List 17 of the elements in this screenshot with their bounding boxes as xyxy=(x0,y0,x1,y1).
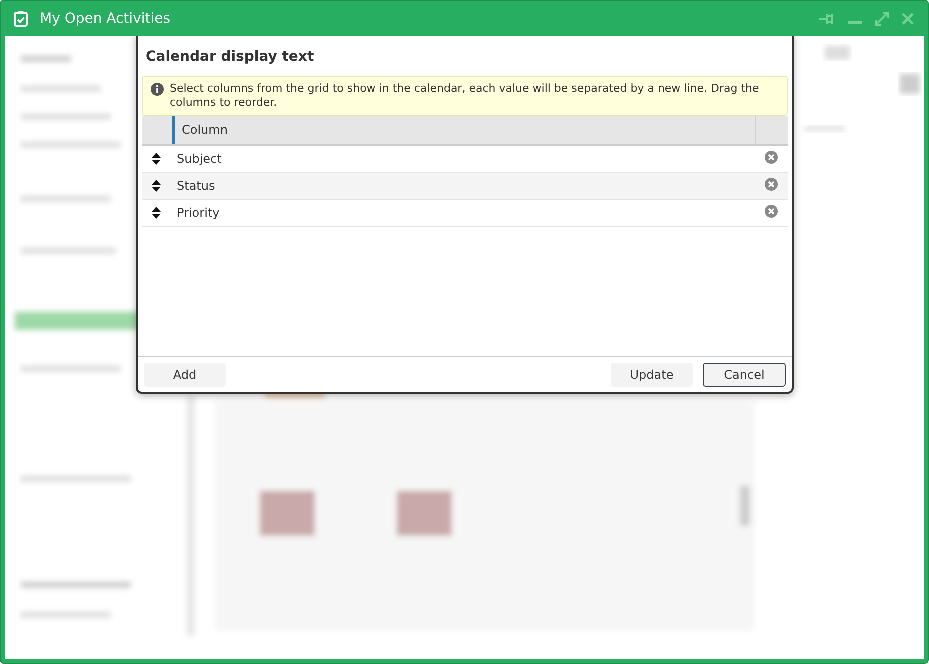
remove-icon[interactable] xyxy=(765,205,778,218)
drag-handle-icon[interactable] xyxy=(152,180,161,192)
drag-handle-icon[interactable] xyxy=(152,153,161,165)
clipboard-check-icon xyxy=(14,10,28,26)
info-text: Select columns from the grid to show in the calendar, each value will be separated by a new line. Drag the columns to reorder. xyxy=(170,82,760,110)
table-cell-text: Subject xyxy=(177,152,223,166)
remove-icon[interactable] xyxy=(765,151,778,164)
table-cell-text: Priority xyxy=(177,206,221,220)
dialog-title: Calendar display text xyxy=(145,48,316,67)
table-cell-text: Status xyxy=(177,179,216,193)
drag-handle-icon[interactable] xyxy=(152,207,161,219)
cancel-button[interactable]: Cancel xyxy=(703,363,786,387)
add-button[interactable]: Add xyxy=(144,363,226,387)
update-button[interactable]: Update xyxy=(611,363,693,387)
remove-icon[interactable] xyxy=(765,178,778,191)
info-icon xyxy=(151,83,164,96)
window-title: My Open Activities xyxy=(40,10,171,26)
